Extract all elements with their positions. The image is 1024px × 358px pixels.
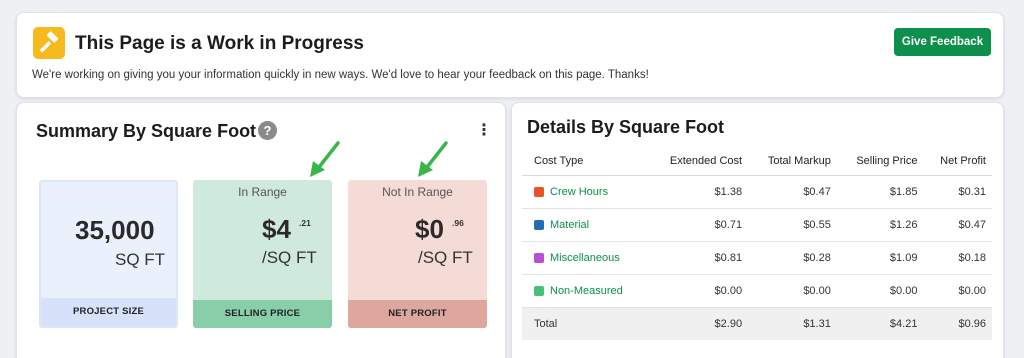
crew-hours-color-swatch xyxy=(534,186,544,197)
header-extended-cost: Extended Cost xyxy=(648,147,749,176)
selling-price-value: $4 xyxy=(262,214,291,244)
total-markup-cell: $0.28 xyxy=(748,241,837,275)
net-profit-cents: .96 xyxy=(452,218,464,228)
project-size-label: PROJECT SIZE xyxy=(41,298,176,326)
selling-price-cell: $0.00 xyxy=(836,274,924,308)
miscellaneous-color-swatch xyxy=(534,252,544,263)
extended-cost-cell: $0.71 xyxy=(648,208,749,242)
selling-price-status: In Range xyxy=(238,185,287,199)
net-profit-unit: /SQ FT xyxy=(418,248,473,267)
header-selling-price: Selling Price xyxy=(836,147,924,176)
table-row: Miscellaneous $0.81 $0.28 $1.09 $0.18 xyxy=(522,241,992,275)
project-size-tile: 35,000 SQ FT PROJECT SIZE xyxy=(39,180,178,328)
project-size-value: 35,000 xyxy=(75,215,155,245)
cost-type-link[interactable]: Non-Measured xyxy=(550,285,623,297)
net-profit-cell: $0.31 xyxy=(923,175,992,209)
total-markup-cell: $0.47 xyxy=(748,175,837,209)
summary-by-square-foot-card: Summary By Square Foot ? ⋮ 35,000 SQ FT … xyxy=(16,102,506,358)
net-profit-label: NET PROFIT xyxy=(348,300,487,328)
net-profit-value: $0 xyxy=(415,214,444,244)
header-cost-type: Cost Type xyxy=(522,147,649,176)
table-row: Material $0.71 $0.55 $1.26 $0.47 xyxy=(522,208,992,242)
help-icon[interactable]: ? xyxy=(258,121,277,140)
selling-price-cell: $1.26 xyxy=(836,208,924,242)
header-net-profit: Net Profit xyxy=(923,147,992,176)
net-profit-tile: Not In Range $0 .96 /SQ FT NET PROFIT xyxy=(348,180,487,328)
material-color-swatch xyxy=(534,219,544,230)
selling-price-label: SELLING PRICE xyxy=(193,300,332,328)
cost-type-link[interactable]: Miscellaneous xyxy=(550,252,620,264)
net-profit-cell: $0.47 xyxy=(923,208,992,242)
more-options-icon[interactable]: ⋮ xyxy=(476,123,492,139)
give-feedback-button[interactable]: Give Feedback xyxy=(894,28,991,56)
arrow-down-left-icon xyxy=(418,141,448,177)
cost-type-link[interactable]: Material xyxy=(550,219,589,231)
details-title: Details By Square Foot xyxy=(527,117,725,137)
banner-message: We're working on giving you your informa… xyxy=(32,69,649,81)
selling-price-cents: .21 xyxy=(299,218,311,228)
selling-price-cell: $1.09 xyxy=(836,241,924,275)
net-profit-cell: $0.18 xyxy=(923,241,992,275)
total-extended-cost: $2.90 xyxy=(648,307,749,340)
header-total-markup: Total Markup xyxy=(748,147,837,176)
details-table: Cost Type Extended Cost Total Markup Sel… xyxy=(522,147,992,340)
project-size-unit: SQ FT xyxy=(115,250,166,269)
extended-cost-cell: $0.00 xyxy=(648,274,749,308)
total-selling-price: $4.21 xyxy=(836,307,924,340)
details-by-square-foot-card: Details By Square Foot Cost Type Extende… xyxy=(511,102,1004,358)
net-profit-status: Not In Range xyxy=(382,185,453,199)
hammer-icon xyxy=(33,27,65,59)
summary-title: Summary By Square Foot xyxy=(36,121,257,141)
total-label: Total xyxy=(522,307,649,340)
selling-price-cell: $1.85 xyxy=(836,175,924,209)
cost-type-link[interactable]: Crew Hours xyxy=(550,186,608,198)
total-net-profit: $0.96 xyxy=(923,307,992,340)
selling-price-tile: In Range $4 .21 /SQ FT SELLING PRICE xyxy=(193,180,332,328)
selling-price-unit: /SQ FT xyxy=(262,248,317,267)
total-markup: $1.31 xyxy=(748,307,837,340)
table-row: Crew Hours $1.38 $0.47 $1.85 $0.31 xyxy=(522,175,992,209)
arrow-down-left-icon xyxy=(310,141,340,177)
table-row: Non-Measured $0.00 $0.00 $0.00 $0.00 xyxy=(522,274,992,308)
total-markup-cell: $0.00 xyxy=(748,274,837,308)
extended-cost-cell: $0.81 xyxy=(648,241,749,275)
table-header-row: Cost Type Extended Cost Total Markup Sel… xyxy=(522,147,992,176)
non-measured-color-swatch xyxy=(534,285,544,296)
table-total-row: Total $2.90 $1.31 $4.21 $0.96 xyxy=(522,307,992,340)
extended-cost-cell: $1.38 xyxy=(648,175,749,209)
total-markup-cell: $0.55 xyxy=(748,208,837,242)
work-in-progress-banner: This Page is a Work in Progress We're wo… xyxy=(16,12,1004,98)
net-profit-cell: $0.00 xyxy=(923,274,992,308)
banner-title: This Page is a Work in Progress xyxy=(75,33,364,54)
